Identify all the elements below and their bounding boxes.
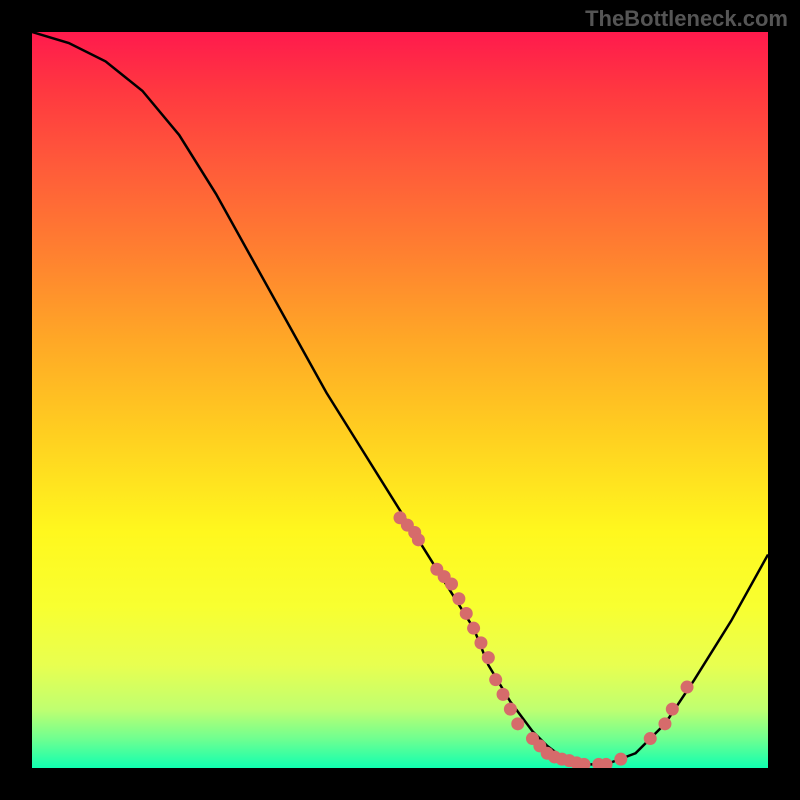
data-point [497, 688, 510, 701]
data-point [511, 717, 524, 730]
data-point [467, 622, 480, 635]
bottleneck-curve [32, 32, 768, 764]
plot-area [32, 32, 768, 768]
data-point [460, 607, 473, 620]
data-point [482, 651, 495, 664]
data-point [681, 681, 694, 694]
data-point [614, 753, 627, 766]
data-point [445, 578, 458, 591]
data-point [658, 717, 671, 730]
data-point [666, 703, 679, 716]
watermark-text: TheBottleneck.com [585, 6, 788, 32]
chart-svg [32, 32, 768, 768]
data-point [644, 732, 657, 745]
data-point [452, 592, 465, 605]
data-point [489, 673, 502, 686]
data-point [412, 533, 425, 546]
data-point [474, 636, 487, 649]
data-point [504, 703, 517, 716]
data-points [394, 511, 694, 768]
